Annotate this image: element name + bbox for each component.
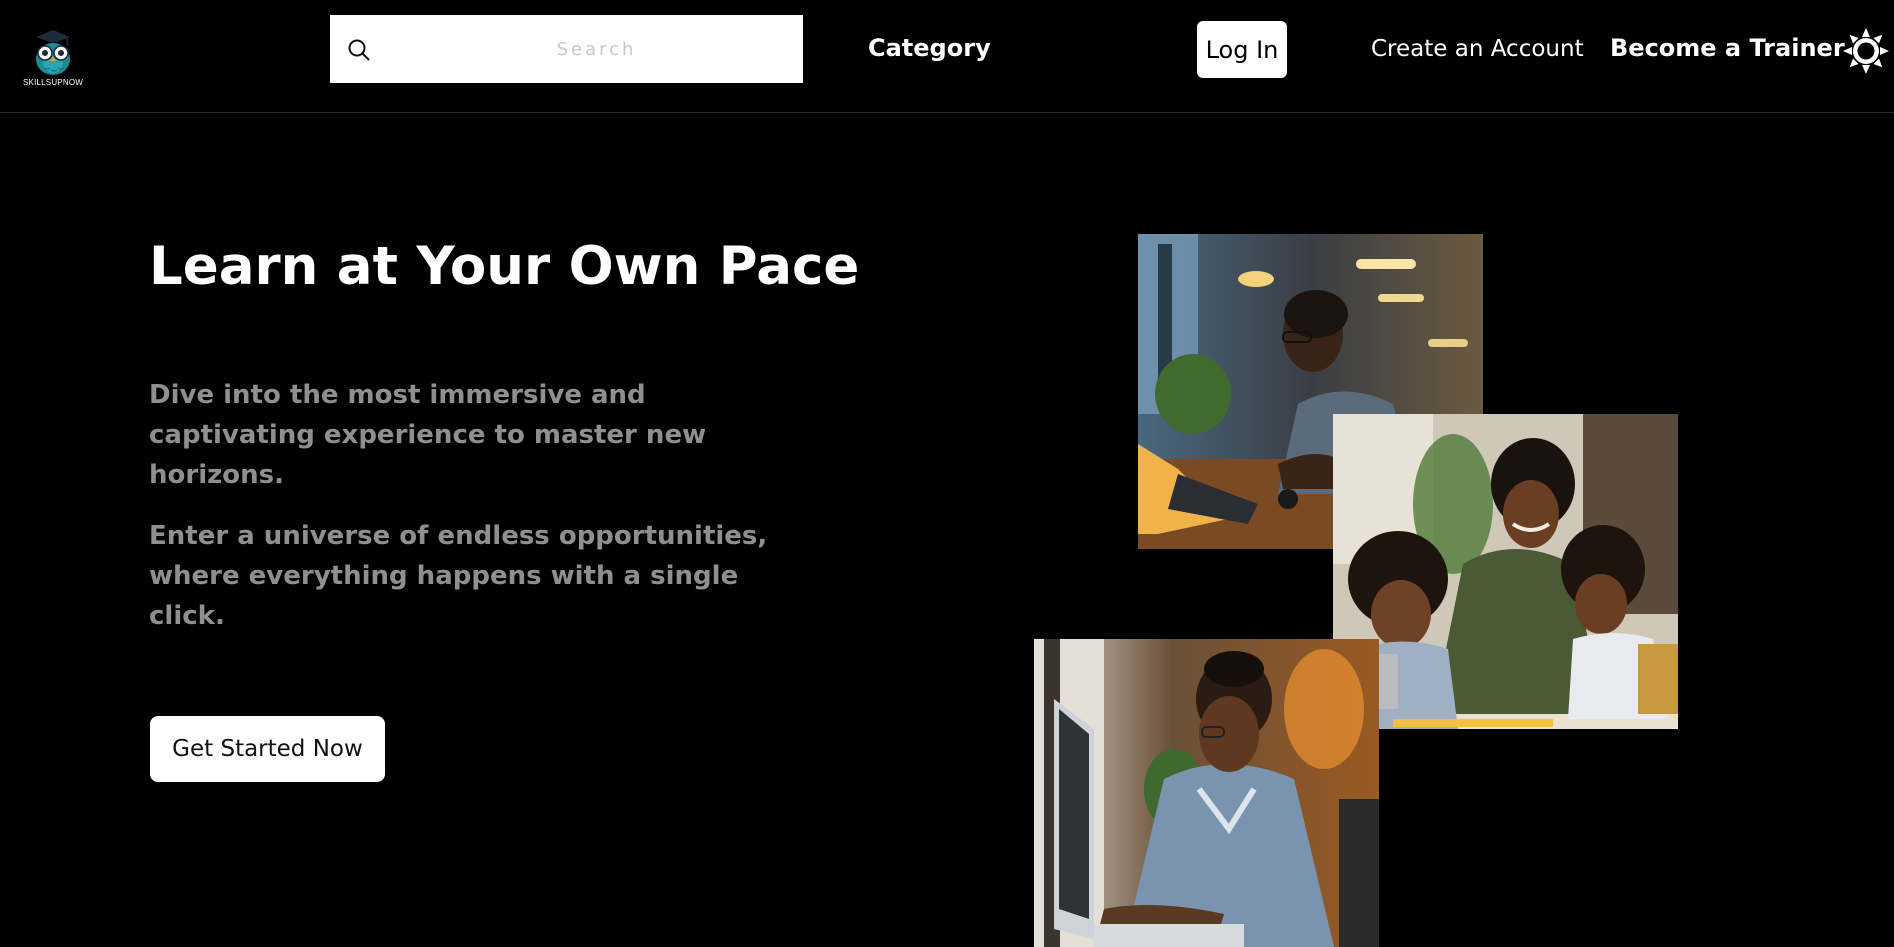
nav-category-link[interactable]: Category	[868, 34, 991, 62]
get-started-button[interactable]: Get Started Now	[150, 716, 385, 782]
search-bar	[330, 15, 803, 83]
brand-logo[interactable]: SKILLSUPNOW	[18, 28, 88, 92]
brand-name: SKILLSUPNOW	[23, 78, 83, 87]
owl-logo-icon	[36, 30, 70, 75]
search-input[interactable]	[330, 15, 803, 83]
hero-title: Learn at Your Own Pace	[149, 236, 860, 297]
hero-photo-desktop-work	[1034, 639, 1379, 947]
sun-icon[interactable]	[1843, 28, 1889, 74]
hero-description-1: Dive into the most immersive and captiva…	[149, 380, 707, 490]
top-navigation: SKILLSUPNOW Category Log In Create an Ac…	[0, 0, 1894, 113]
login-button[interactable]: Log In	[1197, 21, 1287, 78]
create-account-link[interactable]: Create an Account	[1371, 36, 1584, 62]
become-trainer-link[interactable]: Become a Trainer	[1610, 34, 1845, 62]
hero-photo-family-learning	[1333, 414, 1678, 729]
search-icon	[348, 39, 370, 61]
hero-description-2: Enter a universe of endless opportunitie…	[149, 521, 768, 631]
